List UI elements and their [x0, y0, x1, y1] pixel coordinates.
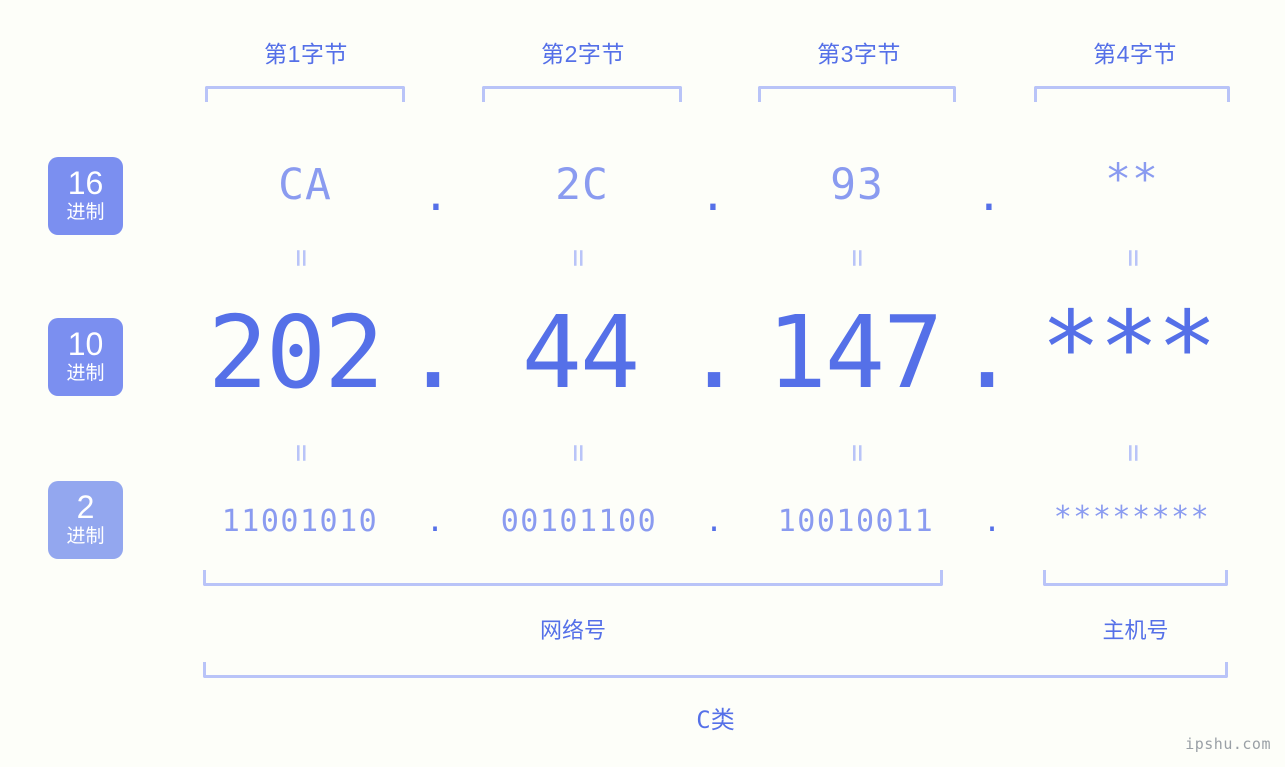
radix-badge-hex-number: 16	[67, 165, 104, 202]
hex-byte-2: 2C	[555, 160, 609, 210]
equals-sign-dec-bin-1: =	[284, 443, 319, 463]
watermark: ipshu.com	[1185, 735, 1271, 753]
hex-byte-4: **	[1105, 155, 1159, 205]
equals-sign-dec-bin-3: =	[840, 443, 875, 463]
byte-header-label-1: 第1字节	[264, 41, 348, 67]
binary-byte-4: ********	[1053, 500, 1211, 535]
byte-header-label-2: 第2字节	[541, 41, 625, 67]
byte-bracket-1	[205, 86, 405, 102]
hex-separator-1: .	[423, 171, 449, 221]
equals-sign-hex-dec-4: =	[1116, 248, 1151, 268]
equals-sign-dec-bin-2: =	[561, 443, 596, 463]
hex-separator-3: .	[976, 171, 1002, 221]
binary-separator-3: .	[983, 504, 1002, 539]
radix-badge-binary-unit: 进制	[66, 526, 105, 548]
hex-separator-2: .	[700, 171, 726, 221]
byte-header-label-4: 第4字节	[1093, 41, 1177, 67]
binary-byte-1: 11001010	[221, 504, 379, 539]
equals-sign-hex-dec-3: =	[840, 248, 875, 268]
ip-breakdown-diagram: 第1字节 第2字节 第3字节 第4字节 16 进制 10 进制 2 进制 CA …	[0, 0, 1285, 767]
network-label: 网络号	[539, 618, 606, 643]
byte-bracket-2	[482, 86, 682, 102]
radix-badge-binary: 2 进制	[48, 481, 123, 559]
decimal-separator-1: .	[403, 294, 464, 411]
class-bracket	[203, 662, 1228, 678]
byte-header-label-3: 第3字节	[817, 41, 901, 67]
binary-separator-2: .	[705, 504, 724, 539]
radix-badge-decimal: 10 进制	[48, 318, 123, 396]
radix-badge-hex: 16 进制	[48, 157, 123, 235]
byte-bracket-4	[1034, 86, 1230, 102]
radix-badge-decimal-number: 10	[67, 326, 104, 363]
hex-byte-3: 93	[830, 160, 884, 210]
decimal-separator-2: .	[684, 294, 745, 411]
decimal-separator-3: .	[957, 294, 1018, 411]
equals-sign-hex-dec-2: =	[561, 248, 596, 268]
radix-badge-decimal-unit: 进制	[66, 363, 105, 385]
binary-separator-1: .	[426, 504, 445, 539]
decimal-byte-2: 44	[521, 294, 640, 411]
radix-badge-hex-unit: 进制	[66, 202, 105, 224]
host-label: 主机号	[1102, 618, 1169, 643]
equals-sign-hex-dec-1: =	[284, 248, 319, 268]
hex-byte-1: CA	[278, 160, 332, 210]
decimal-byte-4: ***	[1040, 289, 1218, 406]
decimal-byte-1: 202	[207, 294, 385, 411]
network-bracket	[203, 570, 943, 586]
class-label: C类	[696, 706, 735, 734]
radix-badge-binary-number: 2	[76, 489, 95, 526]
binary-byte-2: 00101100	[500, 504, 658, 539]
byte-bracket-3	[758, 86, 956, 102]
host-bracket	[1043, 570, 1228, 586]
decimal-byte-3: 147	[766, 294, 944, 411]
equals-sign-dec-bin-4: =	[1116, 443, 1151, 463]
binary-byte-3: 10010011	[777, 504, 935, 539]
